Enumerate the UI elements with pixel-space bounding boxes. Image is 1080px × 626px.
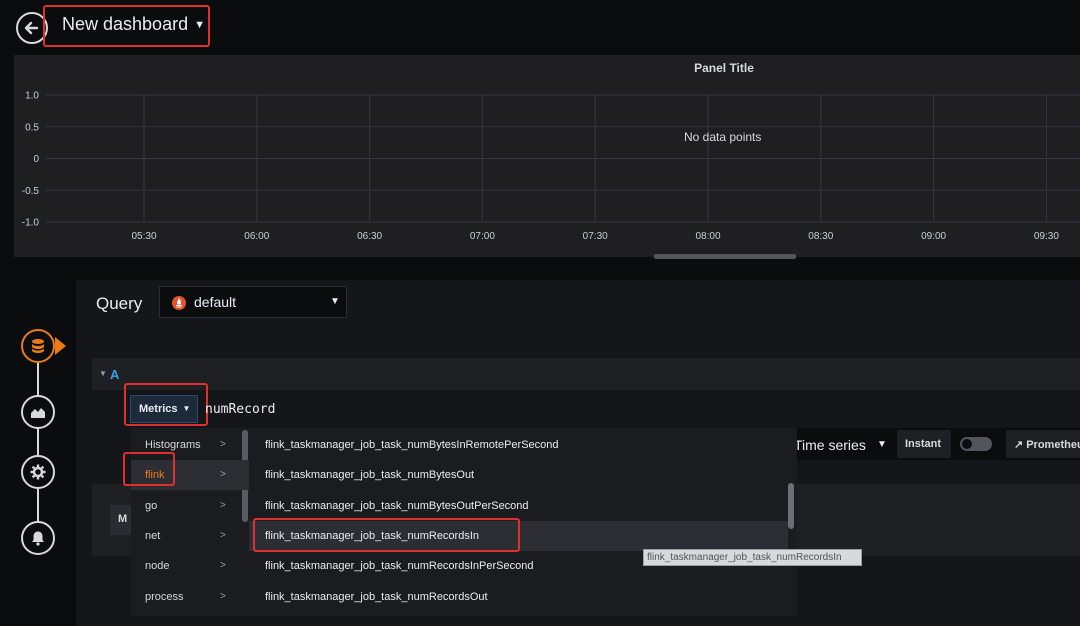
metric-tooltip-text: flink_taskmanager_job_task_numRecordsIn: [647, 552, 842, 563]
collapse-icon[interactable]: ▼: [99, 369, 107, 378]
graph-area: 1.0 0.5 0 -0.5 -1.0 05:30 06:00 06:30 07:00 07:30…: [22, 91, 1080, 242]
chevron-right-icon: >: [220, 439, 226, 450]
database-icon: [32, 339, 44, 353]
arrow-left-icon: [24, 21, 39, 35]
x-tick-label: 06:00: [244, 231, 269, 242]
category-process[interactable]: process >: [131, 582, 249, 612]
highlight-box-flink: [123, 452, 175, 486]
metric-item[interactable]: flink_taskmanager_job_task_numBytesInRem…: [249, 430, 788, 460]
x-tick-label: 08:30: [808, 231, 833, 242]
highlight-box-metric: [253, 518, 520, 552]
chevron-right-icon: >: [220, 469, 226, 480]
nav-connector: [37, 428, 39, 456]
query-row-header[interactable]: [92, 358, 1080, 390]
no-data-message: No data points: [684, 130, 762, 144]
x-tick-label: 05:30: [131, 231, 156, 242]
metric-item-label: flink_taskmanager_job_task_numRecordsInP…: [265, 560, 534, 572]
x-tick-label: 08:00: [695, 231, 720, 242]
category-label: Histograms: [145, 439, 201, 451]
panel-scrollbar[interactable]: [654, 254, 796, 259]
y-tick-label: 0.5: [25, 122, 39, 133]
bell-icon: [32, 531, 44, 546]
x-tick-label: 07:00: [470, 231, 495, 242]
metric-item[interactable]: flink_taskmanager_job_task_numRecordsOut: [249, 582, 788, 612]
x-tick-label: 06:30: [357, 231, 382, 242]
highlight-box-metrics: [124, 383, 208, 426]
chart-area-icon: [31, 408, 45, 418]
chevron-right-icon: >: [220, 500, 226, 511]
y-tick-label: 1.0: [25, 91, 39, 102]
prometheus-link-label: ↗ Prometheu: [1014, 439, 1080, 451]
category-net[interactable]: net >: [131, 521, 249, 551]
category-label: process: [145, 591, 184, 603]
metric-item-label: flink_taskmanager_job_task_numRecordsOut: [265, 591, 488, 603]
prometheus-icon: [172, 296, 186, 310]
x-tick-label: 07:30: [583, 231, 608, 242]
metric-item-label: flink_taskmanager_job_task_numBytesOut: [265, 469, 475, 481]
query-label: Query: [96, 294, 143, 313]
instant-label: Instant: [905, 438, 942, 450]
category-label: node: [145, 560, 170, 572]
toggle-knob: [962, 439, 972, 449]
format-select[interactable]: Time series: [794, 437, 866, 453]
graph-panel: 1.0 0.5 0 -0.5 -1.0 05:30 06:00 06:30 07:00 07:30…: [14, 55, 1080, 259]
caret-down-icon: ▼: [330, 296, 340, 307]
x-tick-label: 09:00: [921, 231, 946, 242]
y-tick-label: -1.0: [22, 218, 40, 229]
panel-title[interactable]: Panel Title: [14, 61, 1080, 75]
chevron-right-icon: >: [220, 530, 226, 541]
query-row-label: A: [110, 367, 120, 382]
metric-item-label: flink_taskmanager_job_task_numBytesInRem…: [265, 439, 559, 451]
query-input[interactable]: numRecord: [205, 402, 275, 417]
nav-alert[interactable]: [21, 521, 55, 555]
category-node[interactable]: node >: [131, 551, 249, 581]
y-tick-label: -0.5: [22, 186, 40, 197]
nav-general[interactable]: [21, 455, 55, 489]
y-tick-label: 0: [33, 154, 39, 165]
category-label: net: [145, 530, 161, 542]
datasource-name: default: [194, 294, 237, 310]
metric-item-label: flink_taskmanager_job_task_numBytesOutPe…: [265, 500, 529, 512]
datasource-select[interactable]: [159, 286, 347, 318]
external-link-icon: ↗: [1014, 439, 1024, 451]
item-scrollbar[interactable]: [788, 483, 794, 529]
chevron-right-icon: >: [220, 591, 226, 602]
category-label: go: [145, 500, 158, 512]
caret-down-icon[interactable]: ▼: [877, 439, 887, 450]
gear-icon: [30, 464, 46, 480]
caret-right-icon: [55, 337, 66, 355]
nav-connector: [37, 488, 39, 522]
nav-connector: [37, 362, 39, 396]
metric-item[interactable]: flink_taskmanager_job_task_numBytesOut: [249, 460, 788, 490]
nav-queries[interactable]: [21, 329, 55, 363]
highlight-box-title: [43, 5, 210, 47]
chevron-right-icon: >: [220, 560, 226, 571]
category-go[interactable]: go >: [131, 491, 249, 521]
nav-visualization[interactable]: [21, 395, 55, 429]
lower-box-label: M: [118, 513, 128, 525]
metric-item[interactable]: flink_taskmanager_job_task_numBytesOutPe…: [249, 491, 788, 521]
x-tick-label: 09:30: [1034, 231, 1059, 242]
